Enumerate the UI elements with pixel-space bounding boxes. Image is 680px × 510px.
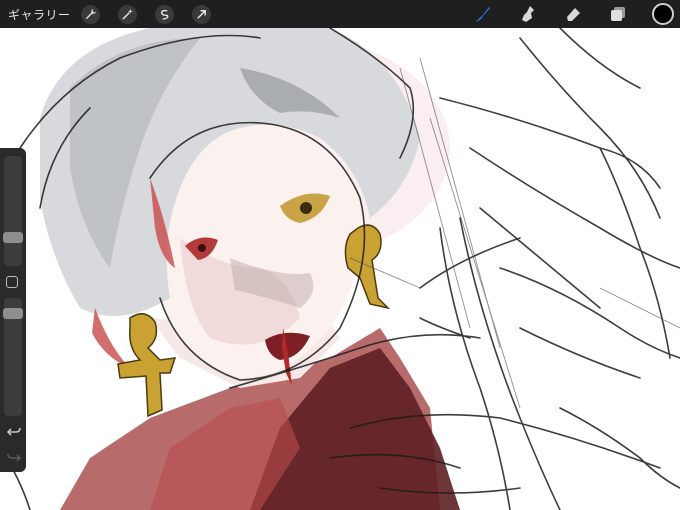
brush-size-slider[interactable]	[3, 156, 23, 266]
right-tool-group	[472, 0, 680, 28]
layers-icon	[611, 7, 625, 21]
eraser-icon	[567, 8, 580, 21]
smudge-icon	[522, 6, 534, 22]
actions-button[interactable]	[80, 4, 100, 24]
magic-wand-icon	[121, 8, 133, 20]
drawing-canvas[interactable]	[0, 28, 680, 510]
opacity-thumb[interactable]	[3, 308, 23, 319]
brush-icon	[476, 7, 490, 22]
color-picker-button[interactable]	[652, 3, 674, 25]
eraser-tool-button[interactable]	[562, 3, 584, 25]
gallery-button[interactable]: ギャラリー	[8, 6, 71, 23]
brush-tool-button[interactable]	[472, 3, 494, 25]
layers-button[interactable]	[607, 3, 629, 25]
transform-button[interactable]	[191, 4, 211, 24]
wrench-icon	[85, 8, 96, 19]
adjustments-button[interactable]	[117, 4, 137, 24]
top-toolbar: ギャラリー	[0, 0, 680, 28]
artwork-illustration	[0, 28, 680, 510]
redo-icon[interactable]	[7, 450, 21, 464]
selection-button[interactable]	[154, 4, 174, 24]
selection-icon	[160, 9, 168, 20]
smudge-tool-button[interactable]	[517, 3, 539, 25]
brush-size-thumb[interactable]	[3, 232, 23, 243]
undo-icon[interactable]	[7, 424, 21, 438]
transform-arrow-icon	[196, 9, 206, 19]
opacity-slider[interactable]	[3, 298, 23, 416]
left-sidebar	[0, 148, 26, 472]
eyedropper-square-icon[interactable]	[6, 276, 18, 288]
